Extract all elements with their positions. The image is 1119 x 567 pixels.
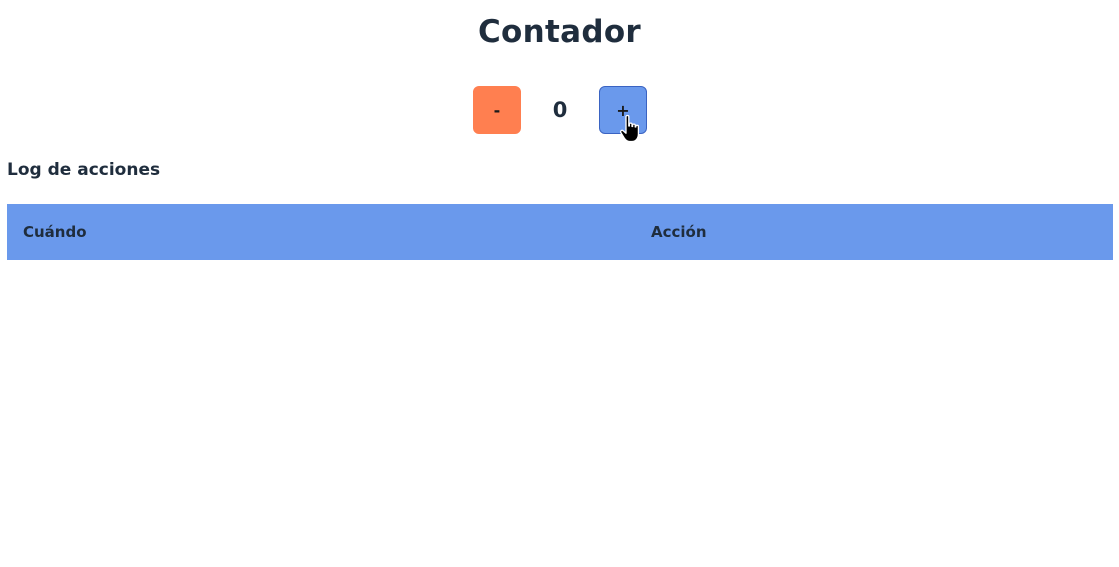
action-log-table: Cuándo Acción — [7, 204, 1113, 260]
counter-controls: - 0 + — [473, 86, 647, 134]
increment-button[interactable]: + — [599, 86, 647, 134]
page-title: Contador — [477, 14, 642, 50]
counter-value: 0 — [552, 98, 568, 122]
log-title: Log de acciones — [7, 160, 161, 180]
column-header-action: Acción — [651, 204, 1113, 260]
table-header-row: Cuándo Acción — [7, 204, 1113, 260]
decrement-button[interactable]: - — [473, 86, 521, 134]
column-header-when: Cuándo — [7, 204, 651, 260]
